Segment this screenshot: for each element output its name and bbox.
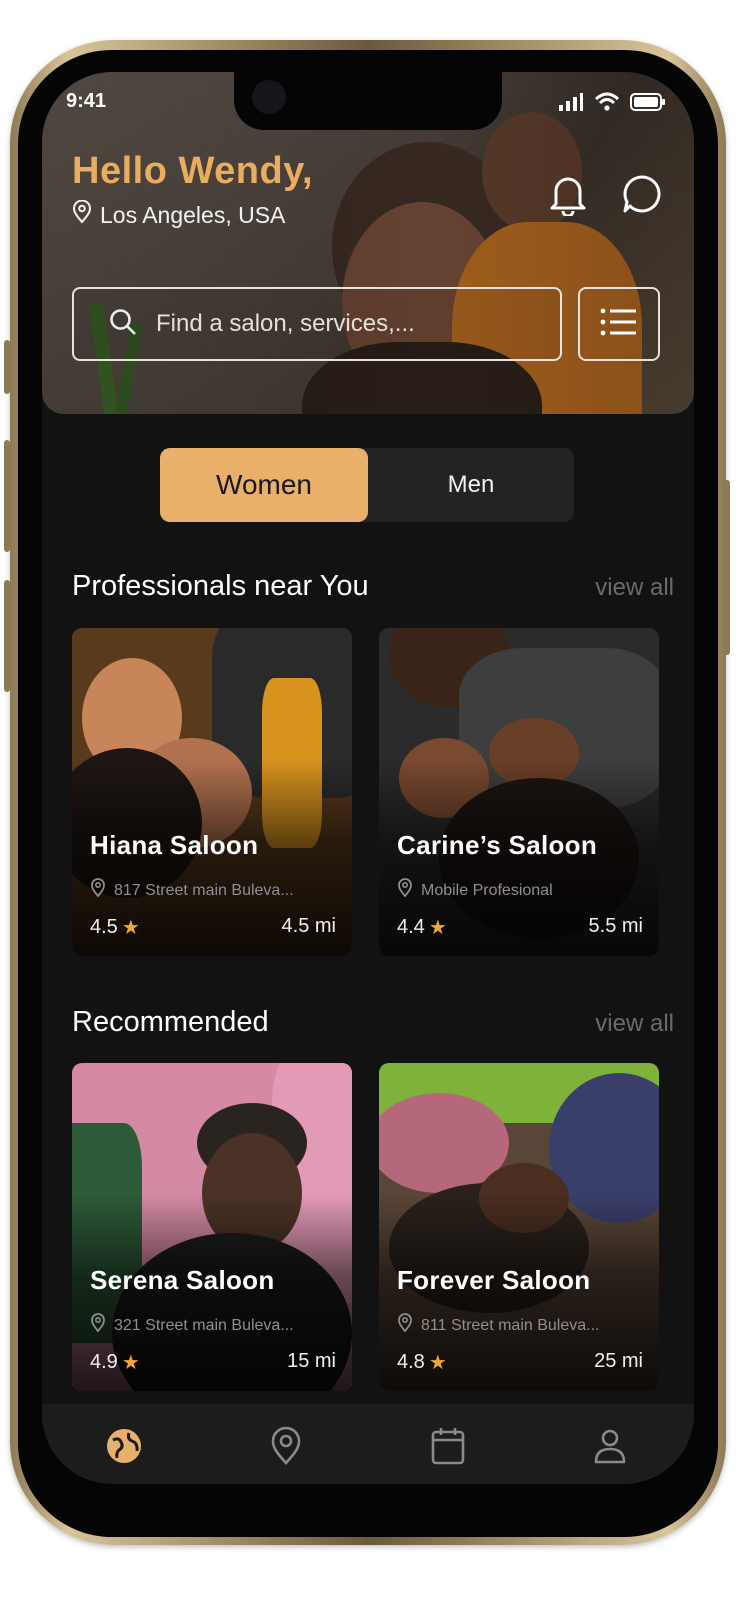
rating-value: 4.8: [397, 1351, 425, 1373]
chat-bubble-icon[interactable]: [622, 174, 662, 219]
star-icon: ★: [428, 1352, 447, 1374]
star-icon: ★: [428, 917, 447, 939]
location-pin-icon: [397, 878, 413, 903]
salon-address: 817 Street main Buleva...: [90, 878, 294, 903]
phone-side-button: [4, 440, 10, 552]
battery-icon: [630, 92, 666, 117]
salon-distance: 5.5 mi: [588, 915, 643, 937]
salon-card-hiana[interactable]: Hiana Saloon 817 Street main Buleva... 4…: [72, 628, 352, 956]
salon-name: Carine’s Saloon: [397, 830, 598, 860]
card-overlay: [72, 1063, 352, 1391]
salon-rating: 4.5 ★: [90, 915, 140, 940]
salon-rating: 4.9 ★: [90, 1350, 140, 1375]
location-pin-icon: [72, 199, 92, 230]
salon-address-text: 811 Street main Buleva...: [421, 1316, 600, 1334]
phone-side-button: [4, 340, 10, 394]
greeting-title: Hello Wendy,: [72, 150, 314, 192]
status-time: 9:41: [66, 90, 107, 112]
salon-address-text: 817 Street main Buleva...: [114, 881, 294, 899]
signal-icon: [558, 92, 584, 117]
calendar-icon[interactable]: [428, 1426, 468, 1466]
phone-side-button: [4, 580, 10, 692]
star-icon: ★: [121, 1352, 140, 1374]
home-globe-icon[interactable]: [104, 1426, 144, 1466]
salon-address: 811 Street main Buleva...: [397, 1313, 599, 1338]
location-pin-icon: [397, 1313, 413, 1338]
card-overlay: [379, 628, 659, 956]
star-icon: ★: [121, 917, 140, 939]
rating-value: 4.9: [90, 1351, 118, 1373]
location-pin-icon: [90, 1313, 106, 1338]
salon-rating: 4.4 ★: [397, 915, 447, 940]
salon-name: Serena Saloon: [90, 1265, 275, 1295]
section-title-professionals: Professionals near You: [72, 570, 369, 602]
salon-address: Mobile Profesional: [397, 878, 553, 903]
salon-distance: 15 mi: [287, 1350, 336, 1372]
search-icon: [108, 307, 138, 342]
gender-toggle: Women Men: [160, 448, 574, 522]
view-all-recommended[interactable]: view all: [595, 1010, 674, 1038]
search-input[interactable]: Find a salon, services,...: [72, 287, 562, 361]
salon-address: 321 Street main Buleva...: [90, 1313, 294, 1338]
salon-address-text: Mobile Profesional: [421, 881, 553, 899]
toggle-men[interactable]: Men: [368, 448, 574, 522]
card-overlay: [72, 628, 352, 956]
list-filter-icon: [599, 306, 639, 343]
search-placeholder: Find a salon, services,...: [156, 310, 415, 337]
salon-card-forever[interactable]: Forever Saloon 811 Street main Buleva...…: [379, 1063, 659, 1391]
location-pin-icon: [90, 878, 106, 903]
view-all-professionals[interactable]: view all: [595, 574, 674, 602]
salon-card-carine[interactable]: Carine’s Saloon Mobile Profesional 4.4 ★…: [379, 628, 659, 956]
salon-distance: 25 mi: [594, 1350, 643, 1372]
phone-side-button: [724, 480, 730, 655]
section-title-recommended: Recommended: [72, 1006, 269, 1038]
rating-value: 4.4: [397, 916, 425, 938]
salon-rating: 4.8 ★: [397, 1350, 447, 1375]
salon-card-serena[interactable]: Serena Saloon 321 Street main Buleva... …: [72, 1063, 352, 1391]
wifi-icon: [594, 92, 620, 117]
map-pin-icon[interactable]: [266, 1426, 306, 1466]
salon-address-text: 321 Street main Buleva...: [114, 1316, 294, 1334]
front-camera: [252, 80, 286, 114]
filter-button[interactable]: [578, 287, 660, 361]
status-icons: [558, 92, 666, 117]
salon-name: Hiana Saloon: [90, 830, 259, 860]
bottom-navigation: [42, 1404, 694, 1484]
current-location[interactable]: Los Angeles, USA: [72, 199, 286, 230]
card-overlay: [379, 1063, 659, 1391]
location-text: Los Angeles, USA: [100, 201, 286, 228]
rating-value: 4.5: [90, 916, 118, 938]
app-screen: 9:41 Hello Wendy, Los Angeles, USA Find …: [42, 72, 694, 1484]
salon-name: Forever Saloon: [397, 1265, 591, 1295]
profile-icon[interactable]: [590, 1426, 630, 1466]
toggle-women[interactable]: Women: [160, 448, 368, 522]
bell-icon[interactable]: [548, 172, 588, 221]
salon-distance: 4.5 mi: [281, 915, 336, 937]
